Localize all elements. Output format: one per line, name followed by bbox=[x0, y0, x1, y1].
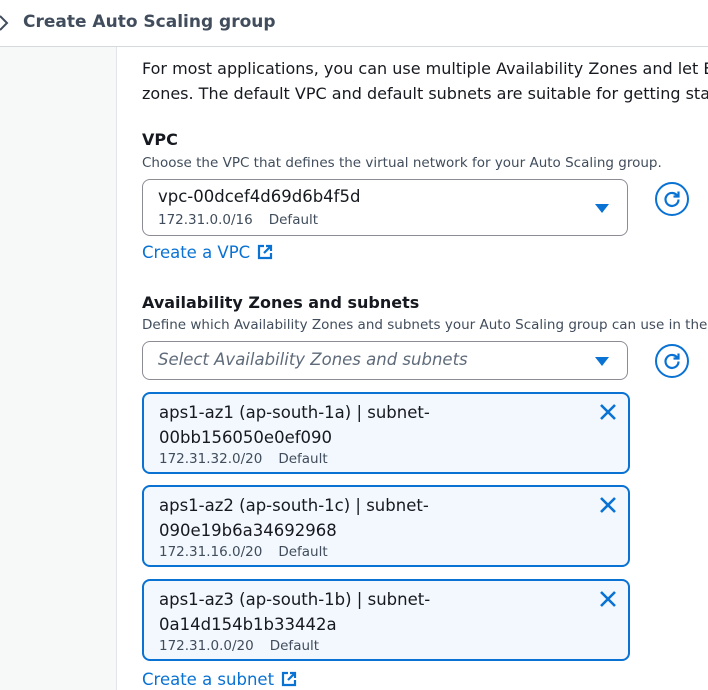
create-subnet-link-label: Create a subnet bbox=[142, 670, 275, 689]
network-section: For most applications, you can use multi… bbox=[142, 47, 708, 690]
subnet-token: aps1-az3 (ap-south-1b) | subnet- 0a14d15… bbox=[142, 579, 630, 661]
vpc-description: Choose the VPC that defines the virtual … bbox=[142, 155, 662, 171]
close-icon[interactable] bbox=[598, 402, 618, 426]
subnet-token: aps1-az2 (ap-south-1c) | subnet- 090e19b… bbox=[142, 485, 630, 567]
vpc-tag: Default bbox=[268, 212, 319, 228]
subnet-tag: Default bbox=[278, 544, 328, 560]
refresh-icon bbox=[664, 191, 680, 208]
close-icon[interactable] bbox=[598, 495, 618, 519]
page-header: Create Auto Scaling group bbox=[0, 0, 708, 47]
close-icon[interactable] bbox=[598, 589, 618, 613]
intro-line-1: For most applications, you can use multi… bbox=[142, 59, 708, 78]
subnet-token-title: aps1-az1 (ap-south-1a) | subnet- bbox=[159, 403, 430, 422]
subnet-token-id: 090e19b6a34692968 bbox=[159, 521, 337, 540]
create-vpc-link-label: Create a VPC bbox=[142, 243, 251, 262]
subnet-token: aps1-az1 (ap-south-1a) | subnet- 00bb156… bbox=[142, 392, 630, 474]
vpc-select[interactable]: vpc-00dcef4d69d6b4f5d 172.31.0.0/16 Defau… bbox=[142, 179, 628, 236]
caret-down-icon bbox=[595, 357, 609, 366]
vpc-label: VPC bbox=[142, 130, 178, 149]
subnet-cidr: 172.31.16.0/20 bbox=[159, 544, 263, 560]
intro-text: For most applications, you can use multi… bbox=[142, 56, 708, 106]
subnet-token-id: 00bb156050e0ef090 bbox=[159, 428, 333, 447]
subnet-token-title: aps1-az3 (ap-south-1b) | subnet- bbox=[159, 590, 431, 609]
create-subnet-link[interactable]: Create a subnet bbox=[142, 670, 298, 690]
intro-line-2: zones. The default VPC and default subne… bbox=[142, 84, 708, 103]
subnet-token-meta: 172.31.0.0/20 Default bbox=[159, 638, 319, 654]
subnets-select[interactable]: Select Availability Zones and subnets bbox=[142, 341, 628, 380]
create-vpc-link[interactable]: Create a VPC bbox=[142, 243, 274, 265]
subnets-refresh-button[interactable] bbox=[655, 344, 689, 378]
subnet-token-id: 0a14d154b1b33442a bbox=[159, 615, 337, 634]
subnet-token-title: aps1-az2 (ap-south-1c) | subnet- bbox=[159, 496, 429, 515]
page-title: Create Auto Scaling group bbox=[23, 12, 276, 32]
vpc-cidr: 172.31.0.0/16 bbox=[158, 212, 253, 228]
subnets-description: Define which Availability Zones and subn… bbox=[142, 317, 708, 333]
subnet-cidr: 172.31.32.0/20 bbox=[159, 451, 263, 467]
external-link-icon bbox=[280, 670, 298, 690]
vpc-meta: 172.31.0.0/16 Default bbox=[158, 212, 318, 228]
subnets-placeholder: Select Availability Zones and subnets bbox=[158, 350, 468, 369]
external-link-icon bbox=[256, 243, 274, 265]
vpc-refresh-button[interactable] bbox=[655, 182, 689, 216]
caret-down-icon bbox=[595, 204, 609, 213]
subnet-cidr: 172.31.0.0/20 bbox=[159, 638, 254, 654]
left-gutter bbox=[0, 47, 117, 690]
subnet-tag: Default bbox=[269, 638, 320, 654]
subnet-token-meta: 172.31.32.0/20 Default bbox=[159, 451, 328, 467]
subnets-label: Availability Zones and subnets bbox=[142, 293, 420, 312]
refresh-icon bbox=[664, 353, 680, 370]
subnet-token-meta: 172.31.16.0/20 Default bbox=[159, 544, 328, 560]
vpc-selected-value: vpc-00dcef4d69d6b4f5d bbox=[158, 187, 361, 206]
chevron-right-icon[interactable] bbox=[0, 14, 10, 36]
subnet-tag: Default bbox=[278, 451, 328, 467]
